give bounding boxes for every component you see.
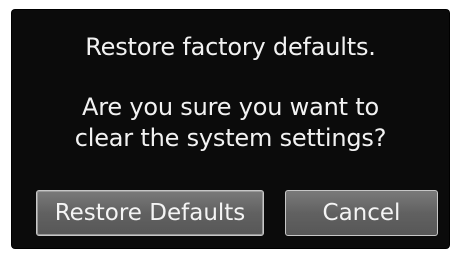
restore-defaults-button[interactable]: Restore Defaults bbox=[36, 190, 264, 236]
restore-defaults-dialog: Restore factory defaults. Are you sure y… bbox=[12, 10, 449, 248]
dialog-message-line: Are you sure you want to bbox=[82, 93, 379, 121]
cancel-button[interactable]: Cancel bbox=[285, 190, 438, 236]
dialog-title: Restore factory defaults. bbox=[85, 33, 376, 61]
dialog-message: Are you sure you want to clear the syste… bbox=[12, 92, 449, 154]
dialog-message-line: clear the system settings? bbox=[74, 124, 387, 152]
